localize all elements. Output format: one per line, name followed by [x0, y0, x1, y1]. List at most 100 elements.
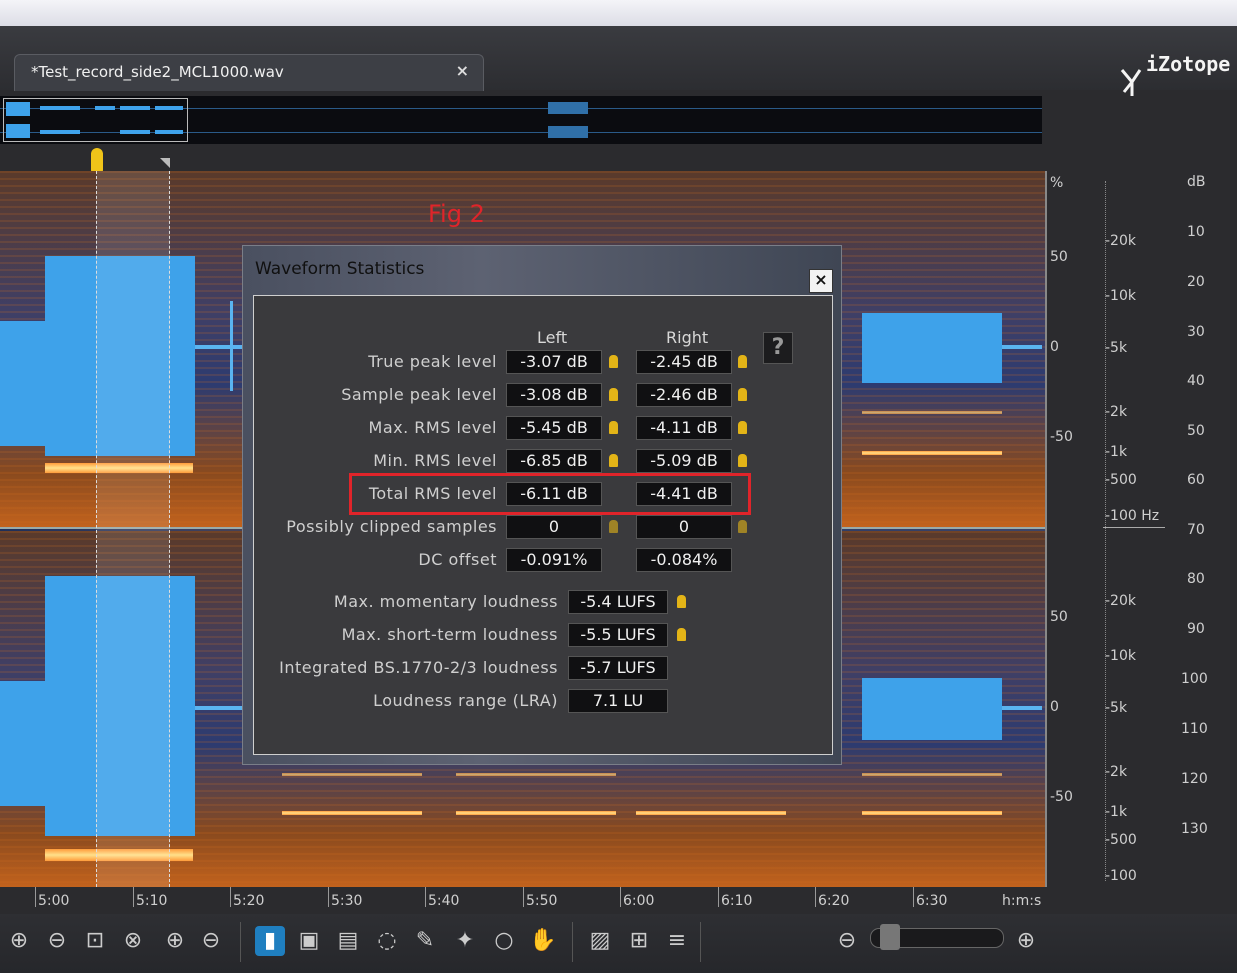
frequency-axis: -20k -10k -5k -2k -1k -500 -100 Hz -20k … [1103, 171, 1167, 887]
amplitude-tick-label: 50 [1050, 249, 1068, 265]
peak-marker-icon[interactable] [738, 454, 747, 467]
selection-end-marker[interactable] [160, 158, 170, 168]
peak-marker-icon[interactable] [609, 421, 618, 434]
time-tick-label: 6:30 [916, 893, 948, 909]
file-tab[interactable]: *Test_record_side2_MCL1000.wav × [14, 54, 484, 91]
magic-wand-icon[interactable]: ✦ [450, 926, 480, 956]
stat-value-right: -0.084% [636, 548, 732, 572]
stat-value-left: -6.85 dB [506, 449, 602, 473]
time-tick-label: 5:30 [331, 893, 363, 909]
amplitude-tick-label: 0 [1050, 339, 1059, 355]
overview-selection[interactable] [3, 98, 188, 142]
db-tick-label: 100 [1181, 671, 1208, 687]
instant-process-icon[interactable]: ▨ [585, 926, 615, 956]
amplitude-tick-label: 0 [1050, 699, 1059, 715]
amplitude-tick-label: 50 [1050, 609, 1068, 625]
izotope-logo-icon [1120, 69, 1142, 96]
harmonic-band [862, 451, 1002, 455]
bottom-toolbar: ⊕ ⊖ ⊡ ⊗ ⊕ ⊖ ▮ ▣ ▤ ◌ ✎ ✦ ○ ✋ ▨ ⊞ ≡ ⊖ ⊕ [0, 914, 1237, 973]
window-top-strip [0, 0, 1237, 26]
stat-value-right: -5.09 dB [636, 449, 732, 473]
time-selection-icon[interactable]: ▮ [255, 926, 285, 956]
column-header-right: Right [666, 328, 709, 347]
db-tick-label: 130 [1181, 821, 1208, 837]
peak-marker-icon[interactable] [677, 628, 686, 641]
zoom-in-freq-icon[interactable]: ⊕ [160, 926, 190, 956]
time-selection-region[interactable] [96, 171, 170, 887]
loudness-value: 7.1 LU [568, 689, 668, 713]
db-tick-label: 40 [1187, 373, 1205, 389]
dialog-title: Waveform Statistics [255, 259, 425, 279]
freq-selection-icon[interactable]: ▣ [294, 926, 324, 956]
stat-label: Sample peak level [341, 385, 497, 404]
waveform-line [1002, 345, 1042, 349]
db-tick-label: 20 [1187, 274, 1205, 290]
frequency-axis-divider [1103, 527, 1165, 528]
help-button[interactable]: ? [763, 332, 793, 364]
peak-marker-icon[interactable] [609, 388, 618, 401]
playhead-marker[interactable] [91, 148, 103, 172]
peak-marker-icon[interactable] [609, 520, 618, 533]
zoom-selection-icon[interactable]: ⊡ [80, 926, 110, 956]
stat-value-left: -0.091% [506, 548, 602, 572]
loudness-value: -5.5 LUFS [568, 623, 668, 647]
peak-marker-icon[interactable] [738, 355, 747, 368]
close-tab-icon[interactable]: × [456, 61, 469, 80]
time-tick [133, 887, 134, 907]
toolbar-separator [572, 922, 573, 962]
time-tick [523, 887, 524, 907]
time-tick-label: 5:10 [136, 893, 168, 909]
time-tick [35, 887, 36, 907]
frequency-tick-label: -100 Hz [1105, 508, 1160, 524]
toolbar-separator [700, 922, 701, 962]
stat-value-left: -3.07 dB [506, 350, 602, 374]
loudness-value: -5.4 LUFS [568, 590, 668, 614]
lasso-icon[interactable]: ◌ [372, 926, 402, 956]
db-tick-label: 30 [1187, 324, 1205, 340]
frequency-tick-label: -20k [1105, 593, 1136, 609]
time-tick-label: 5:20 [233, 893, 265, 909]
loudness-label: Max. short-term loudness [341, 625, 558, 644]
harmonic-band [862, 411, 1002, 414]
zoom-out-icon[interactable]: ⊖ [832, 926, 862, 956]
snap-icon[interactable]: ⊞ [624, 926, 654, 956]
time-axis[interactable]: 5:00 5:10 5:20 5:30 5:40 5:50 6:00 6:10 … [0, 887, 1045, 913]
dialog-close-button[interactable]: × [809, 269, 833, 293]
zoom-out-freq-icon[interactable]: ⊖ [196, 926, 226, 956]
stat-value-right: -2.46 dB [636, 383, 732, 407]
frequency-tick-label: -500 [1105, 472, 1137, 488]
zoom-tool-icon[interactable]: ○ [489, 926, 519, 956]
zoom-out-time-icon[interactable]: ⊖ [42, 926, 72, 956]
hand-tool-icon[interactable]: ✋ [528, 926, 558, 956]
frequency-tick-label: -2k [1105, 764, 1128, 780]
time-tick-label: 5:50 [526, 893, 558, 909]
harmonic-band [282, 811, 422, 815]
toolbar-separator [240, 922, 241, 962]
frequency-tick-label: -5k [1105, 700, 1128, 716]
peak-marker-icon[interactable] [609, 355, 618, 368]
time-tick [620, 887, 621, 907]
peak-marker-icon[interactable] [738, 520, 747, 533]
peak-marker-icon[interactable] [738, 421, 747, 434]
peak-marker-icon[interactable] [677, 595, 686, 608]
stat-value-left: -5.45 dB [506, 416, 602, 440]
peak-marker-icon[interactable] [609, 454, 618, 467]
time-unit-label: h:m:s [1002, 893, 1042, 909]
db-tick-label: 60 [1187, 472, 1205, 488]
figure-label: Fig 2 [428, 200, 485, 228]
zoom-in-icon[interactable]: ⊕ [1011, 926, 1041, 956]
brush-icon[interactable]: ✎ [410, 926, 440, 956]
frequency-tick-label: -1k [1105, 444, 1128, 460]
time-freq-selection-icon[interactable]: ▤ [333, 926, 363, 956]
zoom-reset-icon[interactable]: ⊗ [118, 926, 148, 956]
frequency-tick-label: -5k [1105, 340, 1128, 356]
peak-marker-icon[interactable] [738, 388, 747, 401]
db-tick-label: 10 [1187, 224, 1205, 240]
db-tick-label: 90 [1187, 621, 1205, 637]
zoom-slider-thumb[interactable] [880, 924, 900, 950]
harmonic-band [636, 811, 786, 815]
frequency-tick-label: -20k [1105, 233, 1136, 249]
zoom-in-time-icon[interactable]: ⊕ [4, 926, 34, 956]
frequency-tick-label: -2k [1105, 404, 1128, 420]
list-icon[interactable]: ≡ [662, 926, 692, 956]
